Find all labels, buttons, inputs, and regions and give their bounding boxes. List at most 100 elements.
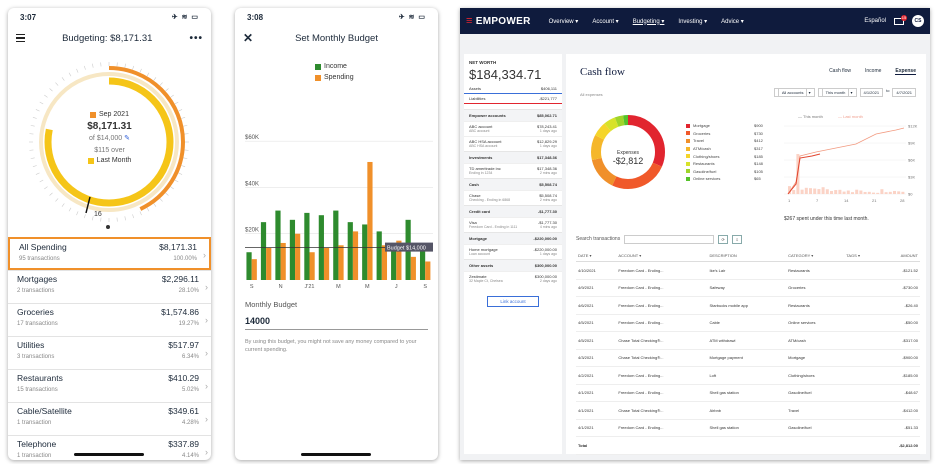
- category-name: Mortgage: [693, 123, 751, 128]
- daily-bar: [889, 192, 892, 194]
- account-group-header[interactable]: Investments $17,348.36: [464, 151, 562, 163]
- tab-cash-flow[interactable]: Cash flow: [829, 68, 851, 75]
- menu-icon[interactable]: [16, 34, 25, 43]
- list-item[interactable]: Utilities $517.97 3 transactions 6.34% ›: [8, 336, 211, 369]
- account-row[interactable]: ABC account ABC account $78,243.41 1 days a…: [464, 121, 562, 136]
- category-legend-item[interactable]: Restaurants $148: [686, 160, 763, 168]
- table-row[interactable]: 4/1/2021 Freedom Card - Ending... Shell ga…: [576, 419, 920, 437]
- category-legend-item[interactable]: Online services $65: [686, 175, 763, 183]
- account-filter-select[interactable]: All accounts ▾: [774, 88, 815, 97]
- end-date-input[interactable]: 4/7/2021: [892, 88, 916, 97]
- table-row[interactable]: 4/1/2021 Freedom Card - Ending... Shell ga…: [576, 384, 920, 402]
- ring-tick: [76, 211, 78, 215]
- list-item[interactable]: Restaurants $410.29 15 transactions 5.02% ›: [8, 369, 211, 402]
- category-legend-item[interactable]: ATM/cash $317: [686, 145, 763, 153]
- list-item[interactable]: All Spending $8,171.31 95 transactions 100.…: [8, 237, 211, 270]
- table-row[interactable]: 4/3/2021 Chase Total Checking®... Mortgage…: [576, 349, 920, 367]
- group-name: Credit card: [469, 209, 490, 214]
- home-indicator: [301, 453, 371, 456]
- table-row[interactable]: 4/10/2021 Freedom Card - Ending... Ike's L…: [576, 262, 920, 280]
- cell-date: 4/5/2021: [576, 314, 616, 332]
- table-row[interactable]: 4/1/2021 Chase Total Checking®... Airbnb Tr…: [576, 402, 920, 420]
- start-date-input[interactable]: 4/1/2021: [860, 88, 884, 97]
- tab-expense[interactable]: Expense: [895, 68, 916, 75]
- category-legend-item[interactable]: Clothing/shoes $185: [686, 152, 763, 160]
- header-description[interactable]: DESCRIPTION: [707, 250, 786, 262]
- category-amount: $1,574.86: [161, 307, 199, 317]
- cell-description: ATM withdrawl: [707, 332, 786, 350]
- account-group-header[interactable]: Credit card -$1,777.30: [464, 205, 562, 217]
- cell-tags: [844, 384, 877, 402]
- close-icon[interactable]: ✕: [243, 31, 253, 45]
- x-tick-label: S: [423, 284, 427, 290]
- page-title: Set Monthly Budget: [253, 33, 420, 44]
- account-row[interactable]: Zestimate 32 Maple Ct, Chelsea $300,000.00…: [464, 271, 562, 286]
- category-value: $148: [754, 161, 763, 166]
- list-item[interactable]: Telephone $337.89 1 transaction 4.14% ›: [8, 435, 211, 460]
- table-row[interactable]: 4/2/2021 Freedom Card - Ending... Loft Clot…: [576, 367, 920, 385]
- refresh-icon[interactable]: ⟳: [718, 235, 728, 244]
- header-category[interactable]: CATEGORY ▾: [786, 250, 844, 262]
- mail-icon[interactable]: 15: [894, 18, 904, 25]
- ring-tick: [165, 88, 168, 91]
- search-input[interactable]: [624, 235, 714, 244]
- link-account-button[interactable]: Link account: [487, 296, 539, 307]
- account-row[interactable]: Chase Checking - Ending in 6868 $5,508.74 2…: [464, 190, 562, 205]
- more-options-icon[interactable]: •••: [189, 33, 203, 44]
- nav-budgeting[interactable]: Budgeting ▾: [633, 18, 665, 25]
- assets-label: Assets: [469, 86, 481, 91]
- account-group-header[interactable]: Cash $5,508.74: [464, 178, 562, 190]
- nav-advice[interactable]: Advice ▾: [721, 18, 744, 25]
- language-link[interactable]: Español: [864, 18, 886, 24]
- period-filter-select[interactable]: This month ▾: [818, 88, 857, 97]
- cell-amount: -$26.40: [877, 297, 920, 315]
- table-row[interactable]: 4/5/2021 Freedom Card - Ending... Cable Onl…: [576, 314, 920, 332]
- monthly-budget-input[interactable]: 14000: [245, 316, 428, 330]
- account-row[interactable]: Visa Freedom Card - Ending in 1111 -$1,777…: [464, 217, 562, 232]
- header-amount[interactable]: AMOUNT: [877, 250, 920, 262]
- cell-category: Restaurants: [786, 262, 844, 280]
- edit-pencil-icon[interactable]: ✎: [124, 135, 130, 142]
- account-row[interactable]: TD ameritrade inc Ending in 1234 $17,348.3…: [464, 163, 562, 178]
- cell-account: Freedom Card - Ending...: [616, 262, 707, 280]
- empower-logo[interactable]: ≡ EMPOWER: [466, 15, 531, 27]
- group-name: Cash: [469, 182, 479, 187]
- header-account[interactable]: ACCOUNT ▾: [616, 250, 707, 262]
- table-row[interactable]: 4/5/2021 Chase Total Checking®... ATM with…: [576, 332, 920, 350]
- avatar[interactable]: CS: [912, 15, 924, 27]
- nav-investing[interactable]: Investing ▾: [678, 18, 707, 25]
- account-group-header[interactable]: Other assets $300,000.00: [464, 259, 562, 271]
- list-item[interactable]: Groceries $1,574.86 17 transactions 19.27% ›: [8, 303, 211, 336]
- account-row[interactable]: Home mortgage Loan account -$220,000.00 1 d…: [464, 244, 562, 259]
- export-icon[interactable]: ⇩: [732, 235, 742, 244]
- account-group-header[interactable]: Mortgage -$220,000.00: [464, 232, 562, 244]
- category-percent: 4.14%: [182, 453, 199, 459]
- table-header-row: DATE ▾ ACCOUNT ▾ DESCRIPTION CATEGORY ▾ …: [576, 250, 920, 262]
- list-item[interactable]: Cable/Satellite $349.61 1 transaction 4.28%…: [8, 402, 211, 435]
- account-group-header[interactable]: Empower accounts $85,062.71: [464, 109, 562, 121]
- tab-income[interactable]: Income: [865, 68, 881, 75]
- category-legend-item[interactable]: Gasoline/fuel $105: [686, 168, 763, 176]
- header-label: ACCOUNT: [618, 253, 638, 258]
- header-date[interactable]: DATE ▾: [576, 250, 616, 262]
- group-total: $300,000.00: [535, 263, 557, 268]
- ring-tick: [125, 64, 126, 68]
- nav-account[interactable]: Account ▾: [592, 18, 618, 25]
- list-item[interactable]: Mortgages $2,296.11 2 transactions 28.10% ›: [8, 270, 211, 303]
- transaction-count: 17 transactions: [17, 321, 58, 327]
- category-legend-item[interactable]: Groceries $730: [686, 130, 763, 138]
- x-tick-label: N: [279, 284, 283, 290]
- account-row[interactable]: ABC HSA account ABC HSA account $12,829.29…: [464, 136, 562, 151]
- category-legend-item[interactable]: Mortgage $900: [686, 122, 763, 130]
- category-legend-item[interactable]: Travel $412: [686, 137, 763, 145]
- cell-date: 4/9/2021: [576, 279, 616, 297]
- daily-bar: [817, 189, 820, 194]
- group-total: $5,508.74: [539, 182, 557, 187]
- ring-tick: [84, 66, 85, 70]
- ring-tick: [181, 165, 185, 166]
- table-row[interactable]: 4/9/2021 Freedom Card - Ending... Safeway G…: [576, 279, 920, 297]
- table-row[interactable]: 4/6/2021 Freedom Card - Ending... Starbuck…: [576, 297, 920, 315]
- header-tags[interactable]: TAGS ▾: [844, 250, 877, 262]
- nav-overview[interactable]: Overview ▾: [549, 18, 579, 25]
- account-sub: Loan account: [469, 252, 498, 256]
